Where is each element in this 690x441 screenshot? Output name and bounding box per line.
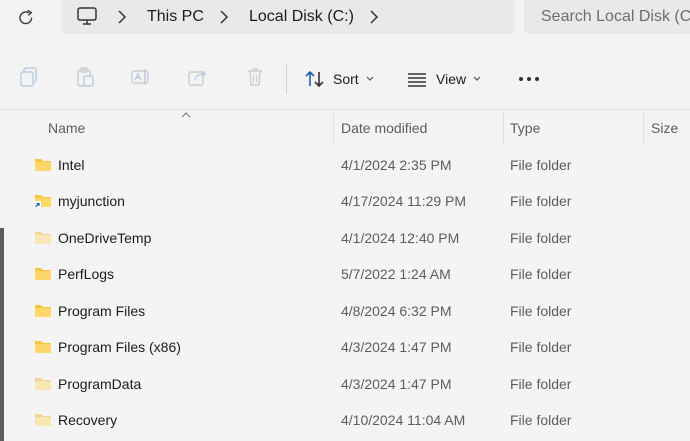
file-explorer-window: This PC Local Disk (C:) Search Local Dis… [0,0,690,441]
folder-icon [35,341,51,353]
column-header-date-modified[interactable]: Date modified [341,119,427,137]
more-icon [519,77,539,81]
view-icon [408,73,426,87]
more-options-button[interactable] [518,66,540,92]
table-row[interactable]: Program Files (x86) 4/3/2024 1:47 PM Fil… [12,329,690,365]
column-header-size[interactable]: Size [651,119,678,137]
column-header-name[interactable]: Name [48,119,85,137]
address-bar-row: This PC Local Disk (C:) Search Local Dis… [0,0,690,36]
breadcrumb-item-local-disk[interactable]: Local Disk (C:) [249,7,354,27]
folder-hidden-icon [35,414,51,426]
file-date-modified: 4/1/2024 2:35 PM [341,157,452,173]
delete-icon[interactable] [244,66,266,88]
sort-icon [305,70,324,88]
column-separator[interactable] [333,112,334,144]
chevron-down-icon [473,76,481,81]
paste-icon[interactable] [74,66,96,88]
file-type: File folder [510,266,572,282]
table-row[interactable]: Recovery 4/10/2024 11:04 AM File folder [12,402,690,438]
file-date-modified: 4/1/2024 12:40 PM [341,230,460,246]
chevron-right-icon[interactable] [219,10,229,24]
copy-icon[interactable] [18,66,40,88]
share-icon[interactable] [187,66,209,88]
table-row[interactable]: Program Files 4/8/2024 6:32 PM File fold… [12,293,690,329]
folder-hidden-icon [35,232,51,244]
column-separator[interactable] [643,112,644,144]
view-button[interactable]: View [407,66,481,92]
table-row[interactable]: Intel 4/1/2024 2:35 PM File folder [12,147,690,183]
table-row[interactable]: myjunction 4/17/2024 11:29 PM File folde… [12,183,690,219]
file-date-modified: 4/3/2024 1:47 PM [341,339,452,355]
breadcrumb[interactable]: This PC Local Disk (C:) [62,0,514,34]
file-date-modified: 4/10/2024 11:04 AM [341,412,466,428]
sort-ascending-icon [181,112,191,118]
file-type: File folder [510,230,572,246]
chevron-right-icon[interactable] [369,10,379,24]
search-input[interactable]: Search Local Disk (C:) [524,0,690,34]
rename-icon[interactable] [130,66,152,88]
chevron-down-icon [366,76,374,81]
file-name[interactable]: Program Files [58,302,145,320]
chevron-right-icon[interactable] [117,10,127,24]
navigation-pane-edge [0,228,4,441]
file-name[interactable]: ProgramData [58,375,141,393]
file-name[interactable]: Intel [58,156,84,174]
column-separator[interactable] [503,112,504,144]
table-row[interactable]: PerfLogs 5/7/2022 1:24 AM File folder [12,256,690,292]
search-placeholder: Search Local Disk (C:) [541,8,690,25]
file-name[interactable]: PerfLogs [58,265,114,283]
file-name[interactable]: Program Files (x86) [58,338,181,356]
file-name[interactable]: OneDriveTemp [58,229,151,247]
column-header-type[interactable]: Type [510,119,540,137]
sort-button[interactable]: Sort [304,66,374,92]
folder-icon [35,305,51,317]
sort-label: Sort [333,71,359,87]
refresh-button[interactable] [11,5,41,31]
file-date-modified: 4/3/2024 1:47 PM [341,376,452,392]
file-type: File folder [510,339,572,355]
file-type: File folder [510,376,572,392]
file-date-modified: 5/7/2022 1:24 AM [341,266,451,282]
file-type: File folder [510,303,572,319]
folder-icon [35,268,51,280]
file-type: File folder [510,412,572,428]
this-pc-icon[interactable] [76,6,98,26]
folder-hidden-icon [35,378,51,390]
folder-icon [35,159,51,171]
table-row[interactable]: ProgramData 4/3/2024 1:47 PM File folder [12,366,690,402]
file-date-modified: 4/17/2024 11:29 PM [341,193,467,209]
view-label: View [436,71,467,87]
refresh-icon [19,9,33,25]
command-bar-divider [286,64,287,94]
file-name[interactable]: Recovery [58,411,117,429]
folder-shortcut-icon [34,195,51,208]
table-row[interactable]: OneDriveTemp 4/1/2024 12:40 PM File fold… [12,220,690,256]
file-type: File folder [510,157,572,173]
file-date-modified: 4/8/2024 6:32 PM [341,303,452,319]
file-type: File folder [510,193,572,209]
file-name[interactable]: myjunction [58,192,125,210]
breadcrumb-item-this-pc[interactable]: This PC [147,7,204,27]
